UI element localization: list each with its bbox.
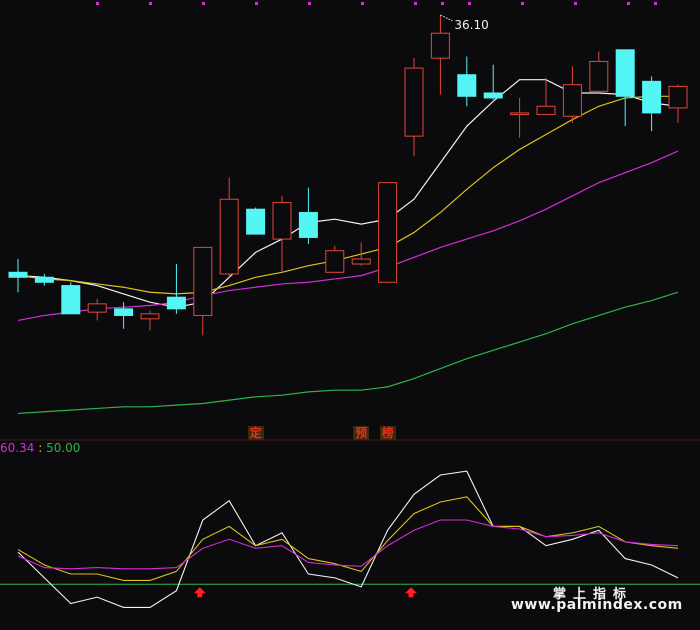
- candle-body: [8, 271, 28, 278]
- price-annotation-leader: [440, 14, 453, 22]
- candle: [562, 66, 582, 123]
- candle: [325, 245, 345, 273]
- kdj-readout-sep: :: [38, 441, 43, 455]
- stock-chart: 36.10: [0, 2, 700, 608]
- candle: [298, 187, 318, 245]
- candle-body: [166, 296, 186, 310]
- kdj-readout: 60.34 : 50.00: [0, 441, 80, 455]
- kdj-readout-second: 50.00: [46, 441, 81, 455]
- signal-label: 预: [353, 426, 370, 440]
- top-marker-dot: [521, 2, 524, 5]
- ma20-line: [17, 150, 679, 322]
- candle: [140, 310, 160, 331]
- candle: [87, 298, 107, 321]
- candle: [193, 246, 213, 336]
- candle: [483, 64, 503, 100]
- candle: [246, 207, 266, 235]
- candle: [457, 56, 477, 107]
- candlesticks: [8, 14, 688, 336]
- candle-body: [404, 67, 424, 137]
- moving-average-lines: [17, 79, 679, 415]
- signal-arrow: [193, 587, 206, 598]
- top-marker-dot: [149, 2, 152, 5]
- signal-label: 定: [247, 426, 264, 440]
- candle: [404, 58, 424, 157]
- candle-body: [510, 112, 530, 116]
- candle: [219, 177, 239, 278]
- candle-body: [140, 313, 160, 320]
- candle-body: [193, 246, 213, 316]
- top-marker-dots: [96, 2, 657, 5]
- candle: [351, 242, 371, 266]
- top-marker-dot: [361, 2, 364, 5]
- watermark-url: www.palmindex.com: [511, 597, 683, 613]
- candle: [34, 273, 54, 286]
- candle-body: [351, 258, 371, 265]
- candle-body: [219, 198, 239, 275]
- price-annotation-label: 36.10: [454, 18, 488, 32]
- candle: [8, 259, 28, 293]
- candle-body: [615, 49, 635, 97]
- top-marker-dot: [441, 2, 444, 5]
- candle-body: [562, 84, 582, 117]
- candle-body: [114, 308, 134, 316]
- candle-body: [378, 182, 398, 283]
- candle-body: [642, 80, 662, 114]
- candle: [668, 84, 688, 123]
- candle-body: [589, 60, 609, 92]
- top-marker-dot: [654, 2, 657, 5]
- top-marker-dot: [96, 2, 99, 5]
- candle-body: [61, 285, 81, 315]
- candle: [510, 97, 530, 138]
- signal-label: 榜: [379, 426, 396, 440]
- candle-body: [246, 208, 266, 235]
- candle: [61, 282, 81, 315]
- d_line: [17, 496, 679, 581]
- top-marker-dot: [574, 2, 577, 5]
- candle-body: [272, 202, 292, 240]
- ma10-line: [17, 95, 678, 295]
- candle-body: [457, 74, 477, 97]
- top-marker-dot: [202, 2, 205, 5]
- top-marker-dot: [627, 2, 630, 5]
- candle-body: [325, 250, 345, 273]
- candle-body: [483, 92, 503, 99]
- kdj-readout-first: 60.34: [0, 441, 35, 455]
- top-marker-dot: [308, 2, 311, 5]
- candle: [642, 76, 662, 132]
- kdj-signal-arrows: [193, 587, 417, 598]
- candle: [378, 182, 398, 283]
- j_line: [17, 519, 679, 570]
- price-annotation: 36.10: [440, 14, 489, 32]
- candle-body: [298, 212, 318, 238]
- candle-body: [430, 32, 450, 59]
- candle: [615, 49, 635, 127]
- top-marker-dot: [468, 2, 471, 5]
- top-marker-dot: [414, 2, 417, 5]
- candle-body: [536, 105, 556, 116]
- candle: [589, 51, 609, 93]
- top-marker-dot: [255, 2, 258, 5]
- candle: [272, 195, 292, 273]
- candle-body: [668, 85, 688, 109]
- candle-body: [87, 303, 107, 313]
- candle-body: [34, 276, 54, 283]
- candle: [166, 264, 186, 314]
- signal-arrow: [405, 587, 417, 598]
- candle: [430, 14, 450, 95]
